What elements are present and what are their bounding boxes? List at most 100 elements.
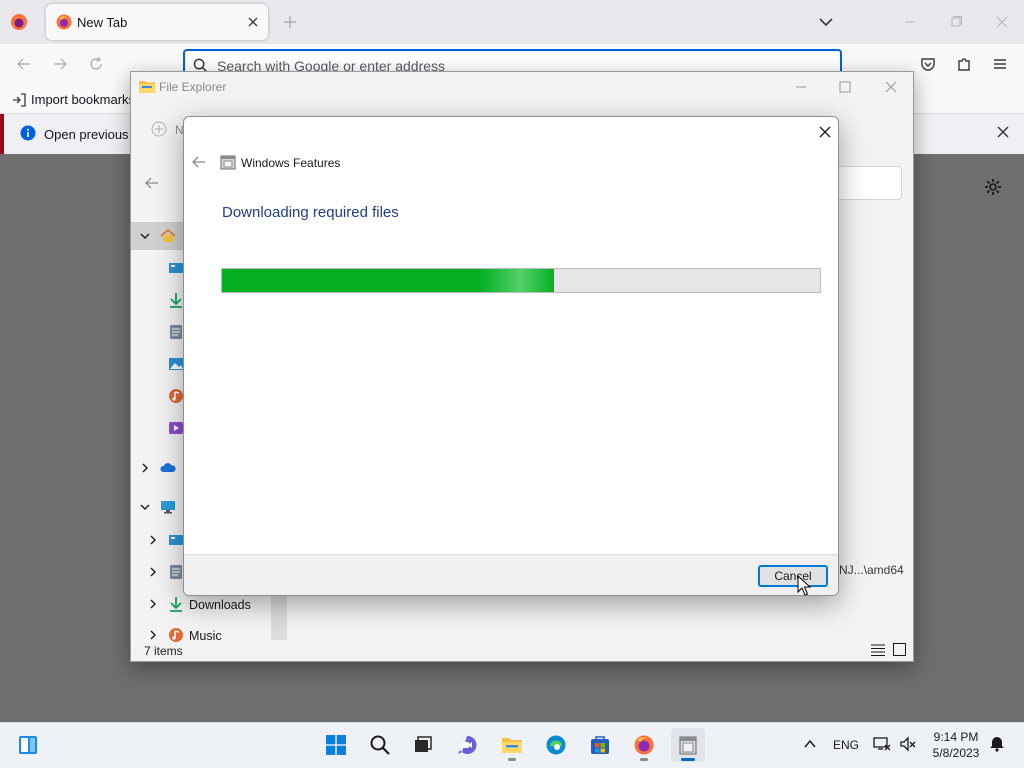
- gear-icon[interactable]: [984, 178, 1002, 196]
- close-icon[interactable]: [994, 14, 1010, 30]
- minimize-icon[interactable]: [794, 80, 808, 94]
- music-icon: [169, 628, 183, 642]
- close-icon[interactable]: [818, 125, 832, 139]
- widgets-button[interactable]: [11, 728, 45, 762]
- dialog-app-title: Windows Features: [241, 156, 341, 170]
- windows-features-icon: [220, 155, 236, 170]
- close-tab-icon[interactable]: [246, 15, 260, 29]
- mouse-cursor-icon: [797, 575, 811, 596]
- forward-arrow-icon[interactable]: [52, 56, 68, 72]
- maximize-icon[interactable]: [838, 80, 852, 94]
- taskbar-firefox[interactable]: [627, 728, 661, 762]
- explorer-title: File Explorer: [159, 80, 227, 94]
- running-indicator: [508, 758, 516, 761]
- firefox-view-icon[interactable]: [10, 13, 28, 31]
- chevron-up-icon[interactable]: [803, 738, 817, 750]
- input-language-indicator[interactable]: ENG: [833, 738, 859, 752]
- task-view-icon: [415, 736, 432, 752]
- folder-icon: [502, 738, 522, 753]
- folder-icon: [139, 81, 155, 93]
- tab-strip: New Tab: [0, 0, 1024, 44]
- widgets-icon: [19, 736, 37, 754]
- new-plus-icon[interactable]: [151, 121, 167, 137]
- minimize-icon[interactable]: [902, 14, 918, 30]
- firefox-logo-icon: [56, 14, 72, 30]
- status-item-count: 7 items: [144, 644, 183, 658]
- cancel-button[interactable]: Cancel: [758, 565, 828, 587]
- plus-icon[interactable]: [282, 14, 298, 30]
- network-icon[interactable]: [873, 736, 891, 752]
- computer-icon: [161, 501, 175, 514]
- download-progress-bar: [221, 268, 821, 293]
- reload-icon[interactable]: [88, 56, 104, 72]
- explorer-title-bar: File Explorer: [131, 72, 913, 102]
- edge-browser-icon: [546, 735, 566, 755]
- explorer-search-box[interactable]: [831, 166, 902, 200]
- tree-label-music: Music: [189, 629, 222, 643]
- back-arrow-icon[interactable]: [145, 176, 159, 190]
- taskbar-file-explorer[interactable]: [495, 728, 529, 762]
- import-icon: [13, 92, 26, 107]
- chevron-right-icon[interactable]: [148, 599, 158, 609]
- microsoft-store-icon: [591, 736, 609, 754]
- system-clock[interactable]: 9:14 PM 5/8/2023: [928, 729, 984, 761]
- chevron-down-icon[interactable]: [140, 502, 150, 512]
- taskbar-search-button[interactable]: [363, 728, 397, 762]
- close-notification-icon[interactable]: [996, 125, 1010, 139]
- file-path-text: NJ...\amd64: [839, 563, 904, 577]
- tree-label-downloads: Downloads: [189, 598, 251, 612]
- import-bookmarks-button[interactable]: Import bookmarks...: [12, 92, 146, 107]
- desktop-icon: [169, 535, 183, 545]
- chevron-down-icon[interactable]: [140, 231, 150, 241]
- chevron-right-icon[interactable]: [148, 567, 158, 577]
- notification-text: Open previous t: [44, 127, 136, 142]
- download-icon: [170, 597, 182, 612]
- download-icon: [170, 293, 182, 308]
- teams-chat-icon: [458, 735, 477, 754]
- close-icon[interactable]: [884, 80, 898, 94]
- back-arrow-icon[interactable]: [192, 156, 206, 168]
- windows-features-dialog: Windows Features Downloading required fi…: [183, 116, 839, 596]
- windows-features-icon: [679, 736, 697, 755]
- volume-muted-icon[interactable]: [899, 736, 917, 752]
- hamburger-menu-icon[interactable]: [992, 56, 1008, 72]
- chat-button[interactable]: [450, 728, 484, 762]
- clock-date: 5/8/2023: [932, 746, 980, 760]
- tiles-view-icon[interactable]: [893, 643, 906, 656]
- onedrive-cloud-icon: [160, 463, 176, 472]
- details-view-icon[interactable]: [871, 644, 885, 656]
- chevron-right-icon[interactable]: [148, 630, 158, 640]
- home-icon: [160, 228, 176, 242]
- windows-start-icon: [326, 735, 346, 755]
- progress-fill: [222, 269, 554, 292]
- document-icon: [170, 565, 182, 579]
- active-indicator: [681, 758, 695, 761]
- notification-bell-icon[interactable]: [988, 736, 1006, 752]
- firefox-logo-icon: [634, 735, 654, 755]
- dialog-heading: Downloading required files: [222, 204, 399, 221]
- back-arrow-icon[interactable]: [16, 56, 32, 72]
- pictures-icon: [169, 358, 183, 370]
- taskbar-store[interactable]: [583, 728, 617, 762]
- desktop-icon: [169, 263, 183, 273]
- extensions-icon[interactable]: [956, 56, 972, 72]
- restore-icon[interactable]: [948, 14, 964, 30]
- videos-icon: [169, 422, 183, 434]
- tab-title: New Tab: [77, 15, 128, 30]
- dialog-footer: Cancel: [184, 554, 838, 595]
- clock-time: 9:14 PM: [933, 730, 979, 744]
- chevron-right-icon[interactable]: [148, 535, 158, 545]
- taskbar-windows-features[interactable]: [671, 728, 705, 762]
- import-bookmarks-label: Import bookmarks...: [31, 92, 146, 107]
- start-button[interactable]: [319, 728, 353, 762]
- search-icon: [370, 735, 390, 755]
- tab-new-tab[interactable]: New Tab: [46, 4, 268, 40]
- document-icon: [170, 325, 182, 339]
- chevron-right-icon[interactable]: [140, 463, 150, 473]
- navigation-pane-scrollbar[interactable]: [271, 596, 287, 640]
- task-view-button[interactable]: [406, 728, 440, 762]
- taskbar-edge[interactable]: [539, 728, 573, 762]
- chevron-down-icon[interactable]: [818, 15, 834, 29]
- info-icon: [20, 125, 36, 141]
- pocket-icon[interactable]: [920, 56, 936, 72]
